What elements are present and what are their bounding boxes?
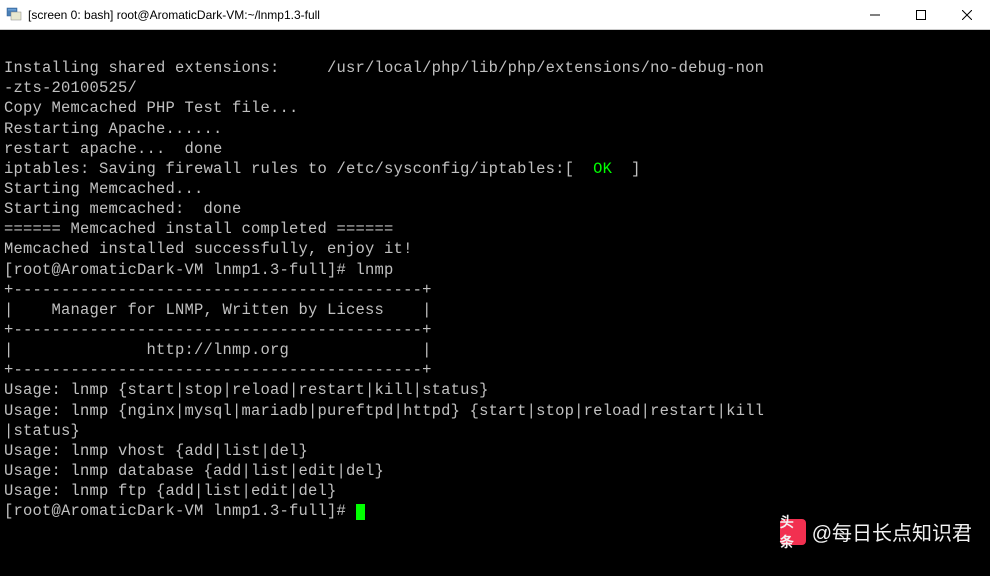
terminal-line: Usage: lnmp database {add|list|edit|del} (4, 461, 986, 481)
app-icon (6, 7, 22, 23)
close-button[interactable] (944, 0, 990, 30)
terminal-line (4, 38, 986, 58)
window-title: [screen 0: bash] root@AromaticDark-VM:~/… (28, 8, 320, 22)
terminal-line: Usage: lnmp vhost {add|list|del} (4, 441, 986, 461)
terminal-line: iptables: Saving firewall rules to /etc/… (4, 159, 986, 179)
terminal-line: [root@AromaticDark-VM lnmp1.3-full]# lnm… (4, 260, 986, 280)
status-ok: OK (593, 160, 612, 178)
terminal-output[interactable]: Installing shared extensions: /usr/local… (0, 30, 990, 521)
terminal-line: Usage: lnmp ftp {add|list|edit|del} (4, 481, 986, 501)
terminal-line: Usage: lnmp {nginx|mysql|mariadb|pureftp… (4, 401, 986, 421)
terminal-line: restart apache... done (4, 139, 986, 159)
minimize-button[interactable] (852, 0, 898, 30)
terminal-line: Restarting Apache...... (4, 119, 986, 139)
terminal-line: [root@AromaticDark-VM lnmp1.3-full]# (4, 501, 986, 521)
window-controls (852, 0, 990, 30)
terminal-line: Starting Memcached... (4, 179, 986, 199)
window-titlebar: [screen 0: bash] root@AromaticDark-VM:~/… (0, 0, 990, 30)
terminal-line: Starting memcached: done (4, 199, 986, 219)
terminal-line: | http://lnmp.org | (4, 340, 986, 360)
terminal-cursor (356, 504, 365, 520)
maximize-button[interactable] (898, 0, 944, 30)
terminal-line: +---------------------------------------… (4, 320, 986, 340)
watermark-logo: 头条 (780, 519, 806, 545)
terminal-line: -zts-20100525/ (4, 78, 986, 98)
terminal-line: Memcached installed successfully, enjoy … (4, 239, 986, 259)
terminal-line: Installing shared extensions: /usr/local… (4, 58, 986, 78)
terminal-line: ====== Memcached install completed =====… (4, 219, 986, 239)
terminal-line: +---------------------------------------… (4, 360, 986, 380)
terminal-line: | Manager for LNMP, Written by Licess | (4, 300, 986, 320)
terminal-line: +---------------------------------------… (4, 280, 986, 300)
terminal-line: |status} (4, 421, 986, 441)
terminal-line: Usage: lnmp {start|stop|reload|restart|k… (4, 380, 986, 400)
terminal-line: Copy Memcached PHP Test file... (4, 98, 986, 118)
